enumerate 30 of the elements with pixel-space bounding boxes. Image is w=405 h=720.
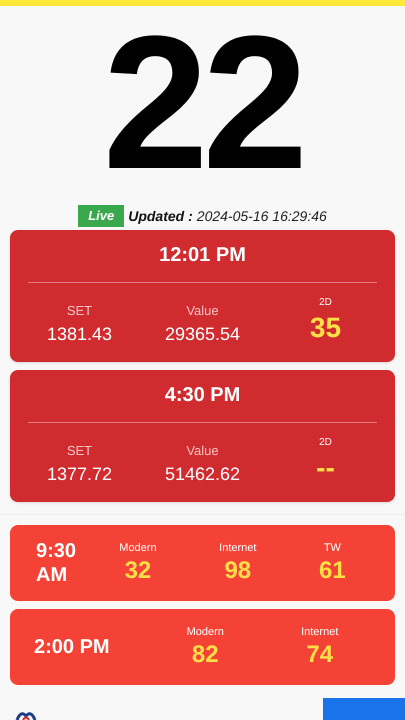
result-label: Modern	[186, 624, 224, 640]
draw-time: 4:30 PM	[164, 383, 240, 408]
value-amount: 51462.62	[164, 462, 240, 486]
result-label: Modern	[119, 540, 157, 556]
result-label: Internet	[301, 624, 338, 640]
draw-time: 12:01 PM	[159, 243, 246, 268]
result-number: 32	[124, 556, 152, 586]
updated-time: 2024-05-16 16:29:46	[196, 206, 327, 226]
set-value: 1381.43	[46, 322, 112, 346]
twod-number: 35	[310, 311, 342, 345]
set-label: SET	[66, 302, 92, 320]
value-label: Value	[186, 442, 219, 460]
result-label: TW	[324, 540, 341, 556]
result-label: Internet	[219, 540, 256, 556]
twod-number: --	[316, 451, 335, 485]
set-value: 1377.72	[46, 462, 112, 486]
session-time: 2:00 PM	[33, 635, 111, 659]
live-badge: Live	[78, 205, 124, 227]
result-number: 98	[224, 556, 252, 586]
value-label: Value	[186, 302, 219, 320]
value-amount: 29365.54	[164, 322, 240, 346]
set-label: SET	[66, 442, 92, 460]
twod-label: 2D	[319, 436, 332, 450]
result-number: 82	[192, 640, 219, 670]
twod-label: 2D	[319, 296, 332, 310]
result-number: 74	[306, 640, 334, 670]
session-time: 9:30 AM	[35, 539, 78, 587]
result-number: 61	[319, 556, 346, 586]
updated-label: Updated :	[128, 206, 193, 226]
result-number: 22	[102, 14, 302, 192]
